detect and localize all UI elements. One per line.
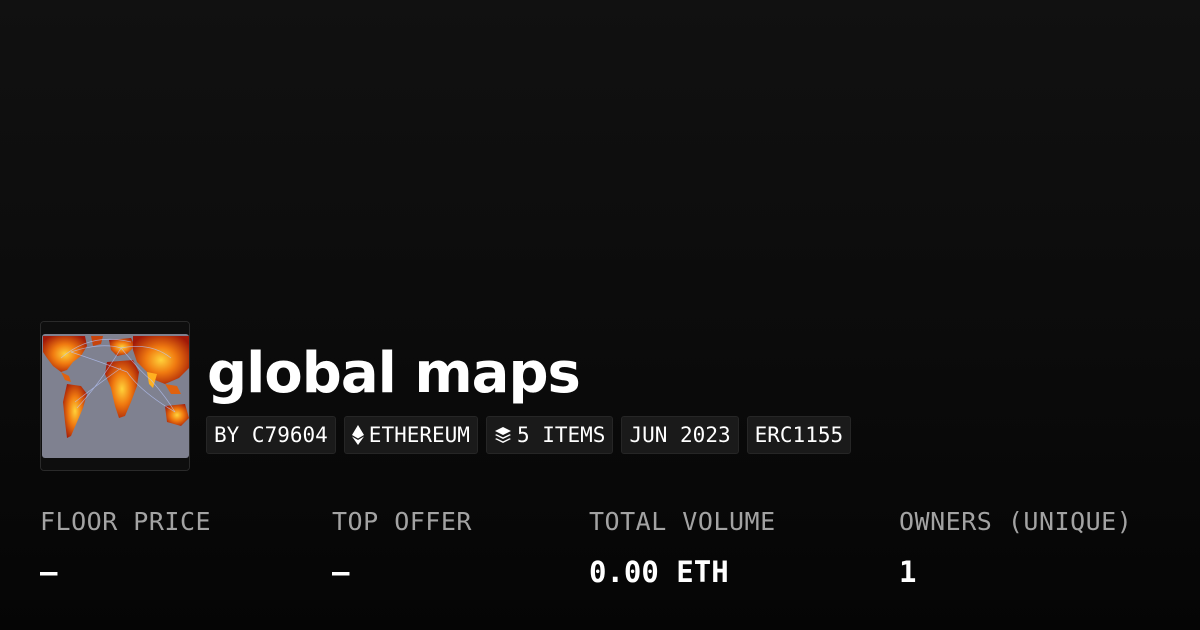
- ethereum-icon: [351, 425, 364, 445]
- items-chip: 5 ITEMS: [485, 416, 614, 454]
- total-volume-value: 0.00 ETH: [589, 555, 729, 589]
- chain-chip: ETHEREUM: [343, 416, 478, 454]
- layers-icon: [494, 426, 512, 444]
- collection-title: global maps: [207, 341, 581, 406]
- top-offer-stat: TOP OFFER –: [332, 505, 472, 589]
- floor-price-stat: FLOOR PRICE –: [40, 505, 211, 589]
- collection-thumbnail: [40, 321, 190, 471]
- creator-label: BY C79604: [214, 423, 328, 447]
- items-label: 5 ITEMS: [516, 423, 606, 447]
- collection-meta-chips: BY C79604 ETHEREUM 5 ITEMS JUN 2023 ERC1…: [206, 416, 852, 454]
- world-map-thumbnail: [41, 322, 189, 470]
- date-label: JUN 2023: [629, 423, 731, 447]
- owners-value: 1: [899, 555, 917, 589]
- owners-label: OWNERS (UNIQUE): [899, 507, 1133, 536]
- top-offer-value: –: [332, 555, 350, 589]
- floor-price-label: FLOOR PRICE: [40, 507, 212, 536]
- date-chip: JUN 2023: [621, 416, 739, 454]
- chain-label: ETHEREUM: [368, 423, 470, 447]
- total-volume-label: TOTAL VOLUME: [589, 507, 776, 536]
- standard-label: ERC1155: [754, 423, 844, 447]
- standard-chip: ERC1155: [746, 416, 852, 454]
- total-volume-stat: TOTAL VOLUME 0.00 ETH: [589, 505, 776, 589]
- top-offer-label: TOP OFFER: [332, 507, 472, 536]
- floor-price-value: –: [40, 555, 58, 589]
- creator-chip[interactable]: BY C79604: [206, 416, 336, 454]
- owners-stat: OWNERS (UNIQUE) 1: [899, 505, 1132, 589]
